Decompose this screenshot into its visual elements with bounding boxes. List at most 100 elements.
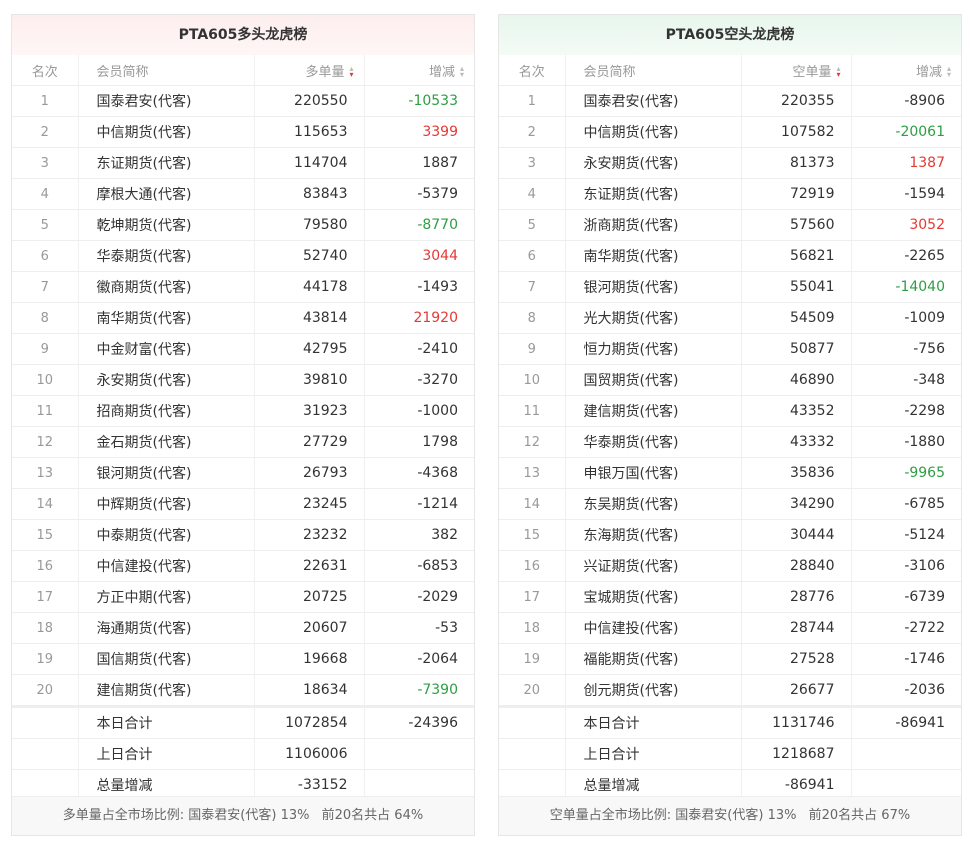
rank-cell: 19 xyxy=(499,643,566,675)
volume-cell: 19668 xyxy=(254,643,365,675)
change-cell: 1798 xyxy=(364,426,474,458)
volume-cell: 26677 xyxy=(741,674,852,707)
member-name-cell: 东海期货(代客) xyxy=(565,519,742,551)
member-name-cell: 招商期货(代客) xyxy=(78,395,255,427)
table-row: 1 国泰君安(代客) 220550 -10533 xyxy=(12,85,474,117)
member-name-cell: 南华期货(代客) xyxy=(565,240,742,272)
rank-cell: 18 xyxy=(499,612,566,644)
member-name-cell: 中信期货(代客) xyxy=(78,116,255,148)
volume-cell: 42795 xyxy=(254,333,365,365)
short-volume-sort-header[interactable]: 空单量 ▴ ▾ xyxy=(741,55,852,86)
change-sort-header[interactable]: 增减 ▴ ▾ xyxy=(851,55,961,86)
change-cell: -2036 xyxy=(851,674,961,707)
member-name-cell: 金石期货(代客) xyxy=(78,426,255,458)
volume-cell: 83843 xyxy=(254,178,365,210)
change-cell: -6785 xyxy=(851,488,961,520)
change-cell: 1387 xyxy=(851,147,961,179)
member-name-cell: 中信期货(代客) xyxy=(565,116,742,148)
sort-icon: ▴ ▾ xyxy=(836,64,841,79)
change-cell: -10533 xyxy=(364,85,474,117)
member-name-cell: 国贸期货(代客) xyxy=(565,364,742,396)
change-cell: -6739 xyxy=(851,581,961,613)
table-row: 3 永安期货(代客) 81373 1387 xyxy=(499,147,961,179)
summary-volume-cell: 1106006 xyxy=(254,738,365,770)
member-name-cell: 建信期货(代客) xyxy=(78,674,255,707)
change-cell: 3052 xyxy=(851,209,961,241)
volume-cell: 27528 xyxy=(741,643,852,675)
volume-cell: 28744 xyxy=(741,612,852,644)
member-name-cell: 中金财富(代客) xyxy=(78,333,255,365)
member-name-cell: 浙商期货(代客) xyxy=(565,209,742,241)
table-row: 15 东海期货(代客) 30444 -5124 xyxy=(499,519,961,551)
table-row: 13 银河期货(代客) 26793 -4368 xyxy=(12,457,474,489)
table-row: 8 光大期货(代客) 54509 -1009 xyxy=(499,302,961,334)
rank-cell: 8 xyxy=(12,302,79,334)
summary-label-cell: 上日合计 xyxy=(565,738,742,770)
summary-row: 上日合计 1218687 xyxy=(499,738,961,770)
member-name-cell: 摩根大通(代客) xyxy=(78,178,255,210)
sort-icon: ▴ ▾ xyxy=(946,64,951,79)
long-volume-sort-header[interactable]: 多单量 ▴ ▾ xyxy=(254,55,365,86)
rank-cell: 12 xyxy=(12,426,79,458)
rank-cell: 7 xyxy=(499,271,566,303)
rank-cell: 7 xyxy=(12,271,79,303)
rank-cell: 14 xyxy=(499,488,566,520)
volume-cell: 35836 xyxy=(741,457,852,489)
rank-cell: 17 xyxy=(12,581,79,613)
table-row: 17 宝城期货(代客) 28776 -6739 xyxy=(499,581,961,613)
table-row: 16 中信建投(代客) 22631 -6853 xyxy=(12,550,474,582)
rank-cell: 20 xyxy=(12,674,79,707)
rank-cell: 9 xyxy=(499,333,566,365)
table-header-row: 名次 会员简称 空单量 ▴ ▾ 增减 ▴ ▾ xyxy=(499,55,961,86)
change-cell: 1887 xyxy=(364,147,474,179)
rank-cell: 18 xyxy=(12,612,79,644)
rank-cell: 13 xyxy=(12,457,79,489)
change-cell: -8906 xyxy=(851,85,961,117)
member-name-cell: 东吴期货(代客) xyxy=(565,488,742,520)
short-market-share-footer: 空单量占全市场比例: 国泰君安(代客) 13% 前20名共占 67% xyxy=(499,796,961,835)
change-cell: -1009 xyxy=(851,302,961,334)
member-name-header: 会员简称 xyxy=(565,55,742,86)
change-cell: -2029 xyxy=(364,581,474,613)
short-ranking-panel: PTA605空头龙虎榜 名次 会员简称 空单量 ▴ ▾ 增减 ▴ ▾ 1 国泰君安(代客)… xyxy=(498,14,962,836)
table-row: 2 中信期货(代客) 107582 -20061 xyxy=(499,116,961,148)
member-name-cell: 华泰期货(代客) xyxy=(565,426,742,458)
change-cell: -2064 xyxy=(364,643,474,675)
table-row: 5 乾坤期货(代客) 79580 -8770 xyxy=(12,209,474,241)
member-name-cell: 永安期货(代客) xyxy=(78,364,255,396)
member-name-cell: 光大期货(代客) xyxy=(565,302,742,334)
change-cell: -5124 xyxy=(851,519,961,551)
table-row: 9 中金财富(代客) 42795 -2410 xyxy=(12,333,474,365)
volume-cell: 107582 xyxy=(741,116,852,148)
table-row: 11 建信期货(代客) 43352 -2298 xyxy=(499,395,961,427)
rank-cell: 2 xyxy=(499,116,566,148)
member-name-cell: 兴证期货(代客) xyxy=(565,550,742,582)
volume-cell: 23232 xyxy=(254,519,365,551)
table-row: 16 兴证期货(代客) 28840 -3106 xyxy=(499,550,961,582)
volume-cell: 18634 xyxy=(254,674,365,707)
change-cell: -14040 xyxy=(851,271,961,303)
rank-header: 名次 xyxy=(499,55,566,86)
member-name-cell: 恒力期货(代客) xyxy=(565,333,742,365)
member-name-cell: 方正中期(代客) xyxy=(78,581,255,613)
rank-cell: 4 xyxy=(12,178,79,210)
change-sort-header[interactable]: 增减 ▴ ▾ xyxy=(364,55,474,86)
change-cell: 3044 xyxy=(364,240,474,272)
change-cell: -6853 xyxy=(364,550,474,582)
member-name-cell: 建信期货(代客) xyxy=(565,395,742,427)
table-row: 17 方正中期(代客) 20725 -2029 xyxy=(12,581,474,613)
member-name-cell: 国信期货(代客) xyxy=(78,643,255,675)
volume-cell: 28840 xyxy=(741,550,852,582)
table-row: 14 中辉期货(代客) 23245 -1214 xyxy=(12,488,474,520)
rank-cell: 16 xyxy=(12,550,79,582)
change-cell: -2410 xyxy=(364,333,474,365)
table-row: 10 国贸期货(代客) 46890 -348 xyxy=(499,364,961,396)
table-row: 5 浙商期货(代客) 57560 3052 xyxy=(499,209,961,241)
volume-cell: 72919 xyxy=(741,178,852,210)
summary-change-cell: -24396 xyxy=(364,705,474,739)
rank-cell: 19 xyxy=(12,643,79,675)
sort-icon: ▴ ▾ xyxy=(349,64,354,79)
change-cell: -1880 xyxy=(851,426,961,458)
change-cell: -8770 xyxy=(364,209,474,241)
rank-cell: 15 xyxy=(12,519,79,551)
